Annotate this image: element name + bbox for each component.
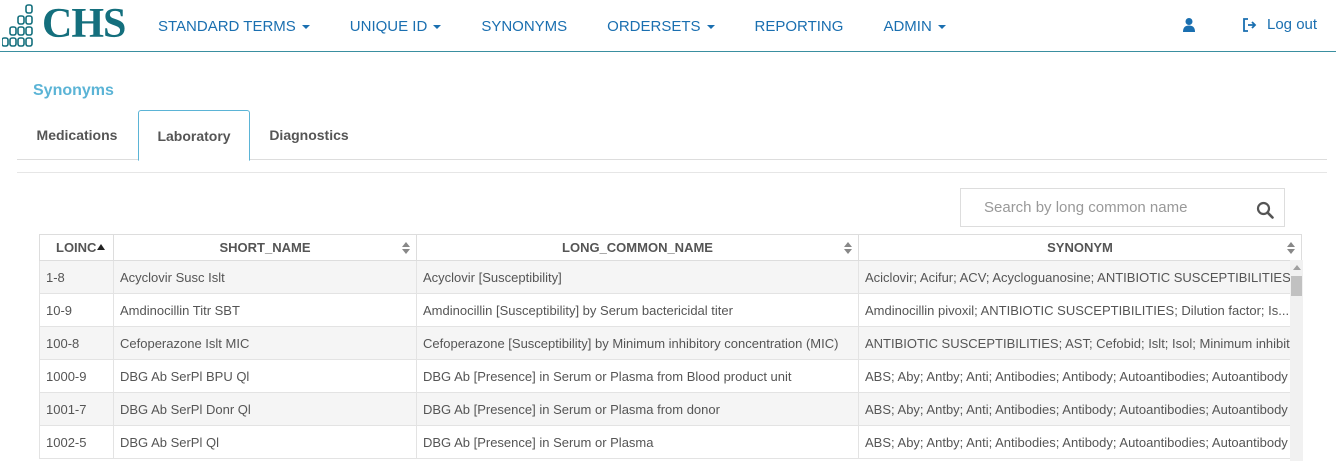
column-header-label: LOINC (56, 240, 97, 255)
long-common-name-cell: Cefoperazone [Susceptibility] by Minimum… (416, 326, 859, 360)
synonym-cell: ANTIBIOTIC SUSCEPTIBILITIES; AST; Cefobi… (858, 326, 1302, 360)
table-row[interactable]: 1-8 Acyclovir Susc Islt Acyclovir [Suscept… (39, 260, 1302, 294)
category-tabs: Medications Laboratory Diagnostics (17, 110, 1327, 161)
table-body: 1-8 Acyclovir Susc Islt Acyclovir [Suscept… (39, 260, 1302, 459)
short-name-cell: DBG Ab SerPl Ql (113, 425, 417, 459)
loinc-cell: 1-8 (39, 260, 114, 294)
sort-icon (844, 242, 852, 254)
short-name-cell: Acyclovir Susc Islt (113, 260, 417, 294)
nav-item-label: ADMIN (883, 17, 932, 35)
nav-item-admin[interactable]: ADMIN (883, 17, 946, 35)
column-header-synonym[interactable]: SYNONYM (858, 234, 1302, 261)
synonym-cell: ABS; Aby; Antby; Anti; Antibodies; Antib… (858, 425, 1302, 459)
nav-item-standard-terms[interactable]: STANDARD TERMS (158, 18, 310, 35)
nav-item-label: SYNONYMS (481, 17, 568, 35)
table-header-row: LOINC SHORT_NAME LONG_COMMON_NAME SYNONY… (39, 234, 1302, 261)
main-nav: STANDARD TERMS UNIQUE ID SYNONYMS ORDERSETS… (158, 0, 986, 52)
tab-laboratory[interactable]: Laboratory (138, 110, 250, 161)
short-name-cell: Cefoperazone Islt MIC (113, 326, 417, 360)
nav-item-synonyms[interactable]: SYNONYMS (481, 18, 567, 35)
logout-button[interactable]: Log out (1243, 16, 1317, 33)
scroll-thumb[interactable] (1291, 276, 1302, 296)
caret-down-icon (706, 24, 715, 29)
scroll-up-arrow-icon[interactable] (1293, 265, 1301, 270)
nav-item-label: REPORTING (754, 17, 844, 35)
loinc-cell: 1001-7 (39, 392, 114, 426)
nav-item-label: STANDARD TERMS (158, 17, 296, 35)
logo-squares-icon (1, 4, 33, 47)
short-name-cell: Amdinocillin Titr SBT (113, 293, 417, 327)
caret-down-icon (433, 24, 442, 29)
column-header-loinc[interactable]: LOINC (39, 234, 114, 261)
loinc-cell: 1002-5 (39, 425, 114, 459)
long-common-name-cell: Acyclovir [Susceptibility] (416, 260, 859, 294)
table-row[interactable]: 1001-7 DBG Ab SerPl Donr Ql DBG Ab [Presen… (39, 392, 1302, 426)
column-header-short-name[interactable]: SHORT_NAME (113, 234, 417, 261)
table-row[interactable]: 100-8 Cefoperazone Islt MIC Cefoperazone [… (39, 326, 1302, 360)
synonym-cell: Amdinocillin pivoxil; ANTIBIOTIC SUSCEPT… (858, 293, 1302, 327)
column-header-label: LONG_COMMON_NAME (562, 240, 713, 255)
content-divider (17, 172, 1327, 173)
caret-down-icon (937, 24, 946, 29)
nav-item-reporting[interactable]: REPORTING (755, 18, 844, 35)
tab-medications[interactable]: Medications (17, 110, 137, 160)
column-header-label: SHORT_NAME (219, 240, 311, 255)
search-icon[interactable] (1256, 201, 1274, 219)
sort-icon (1287, 242, 1295, 254)
sign-out-icon (1243, 17, 1257, 32)
column-header-label: SYNONYM (1047, 240, 1113, 255)
synonyms-table-container: LOINC SHORT_NAME LONG_COMMON_NAME SYNONY… (39, 234, 1302, 461)
long-common-name-cell: DBG Ab [Presence] in Serum or Plasma (416, 425, 859, 459)
page-title: Synonyms (33, 82, 114, 99)
synonym-cell: ABS; Aby; Antby; Anti; Antibodies; Antib… (858, 392, 1302, 426)
long-common-name-cell: Amdinocillin [Susceptibility] by Serum b… (416, 293, 859, 327)
chs-logo[interactable]: CHS (1, 1, 128, 47)
tab-diagnostics[interactable]: Diagnostics (257, 110, 361, 160)
synonym-cell: ABS; Aby; Antby; Anti; Antibodies; Antib… (858, 359, 1302, 393)
long-common-name-cell: DBG Ab [Presence] in Serum or Plasma fro… (416, 392, 859, 426)
synonyms-table: LOINC SHORT_NAME LONG_COMMON_NAME SYNONY… (39, 234, 1302, 459)
synonym-cell: Aciclovir; Acifur; ACV; Acycloguanosine;… (858, 260, 1302, 294)
top-navbar: CHS STANDARD TERMS UNIQUE ID SYNONYMS ORDER… (0, 0, 1336, 52)
search-box (960, 188, 1285, 227)
logout-label: Log out (1267, 16, 1318, 33)
sort-ascending-icon (97, 244, 105, 250)
long-common-name-cell: DBG Ab [Presence] in Serum or Plasma fro… (416, 359, 859, 393)
table-row[interactable]: 10-9 Amdinocillin Titr SBT Amdinocillin [S… (39, 293, 1302, 327)
nav-item-unique-id[interactable]: UNIQUE ID (350, 18, 442, 35)
loinc-cell: 100-8 (39, 326, 114, 360)
nav-item-label: ORDERSETS (607, 17, 701, 35)
brand-name: CHS (42, 1, 126, 47)
user-icon[interactable] (1182, 17, 1196, 33)
loinc-cell: 1000-9 (39, 359, 114, 393)
table-row[interactable]: 1000-9 DBG Ab SerPl BPU Ql DBG Ab [Presenc… (39, 359, 1302, 393)
caret-down-icon (301, 24, 310, 29)
table-row[interactable]: 1002-5 DBG Ab SerPl Ql DBG Ab [Presence] i… (39, 425, 1302, 459)
loinc-cell: 10-9 (39, 293, 114, 327)
short-name-cell: DBG Ab SerPl BPU Ql (113, 359, 417, 393)
sort-icon (402, 242, 410, 254)
short-name-cell: DBG Ab SerPl Donr Ql (113, 392, 417, 426)
column-header-long-common-name[interactable]: LONG_COMMON_NAME (416, 234, 859, 261)
search-input[interactable] (962, 190, 1252, 225)
nav-item-label: UNIQUE ID (349, 17, 428, 35)
nav-item-ordersets[interactable]: ORDERSETS (607, 17, 715, 35)
table-scrollbar[interactable] (1290, 260, 1303, 461)
